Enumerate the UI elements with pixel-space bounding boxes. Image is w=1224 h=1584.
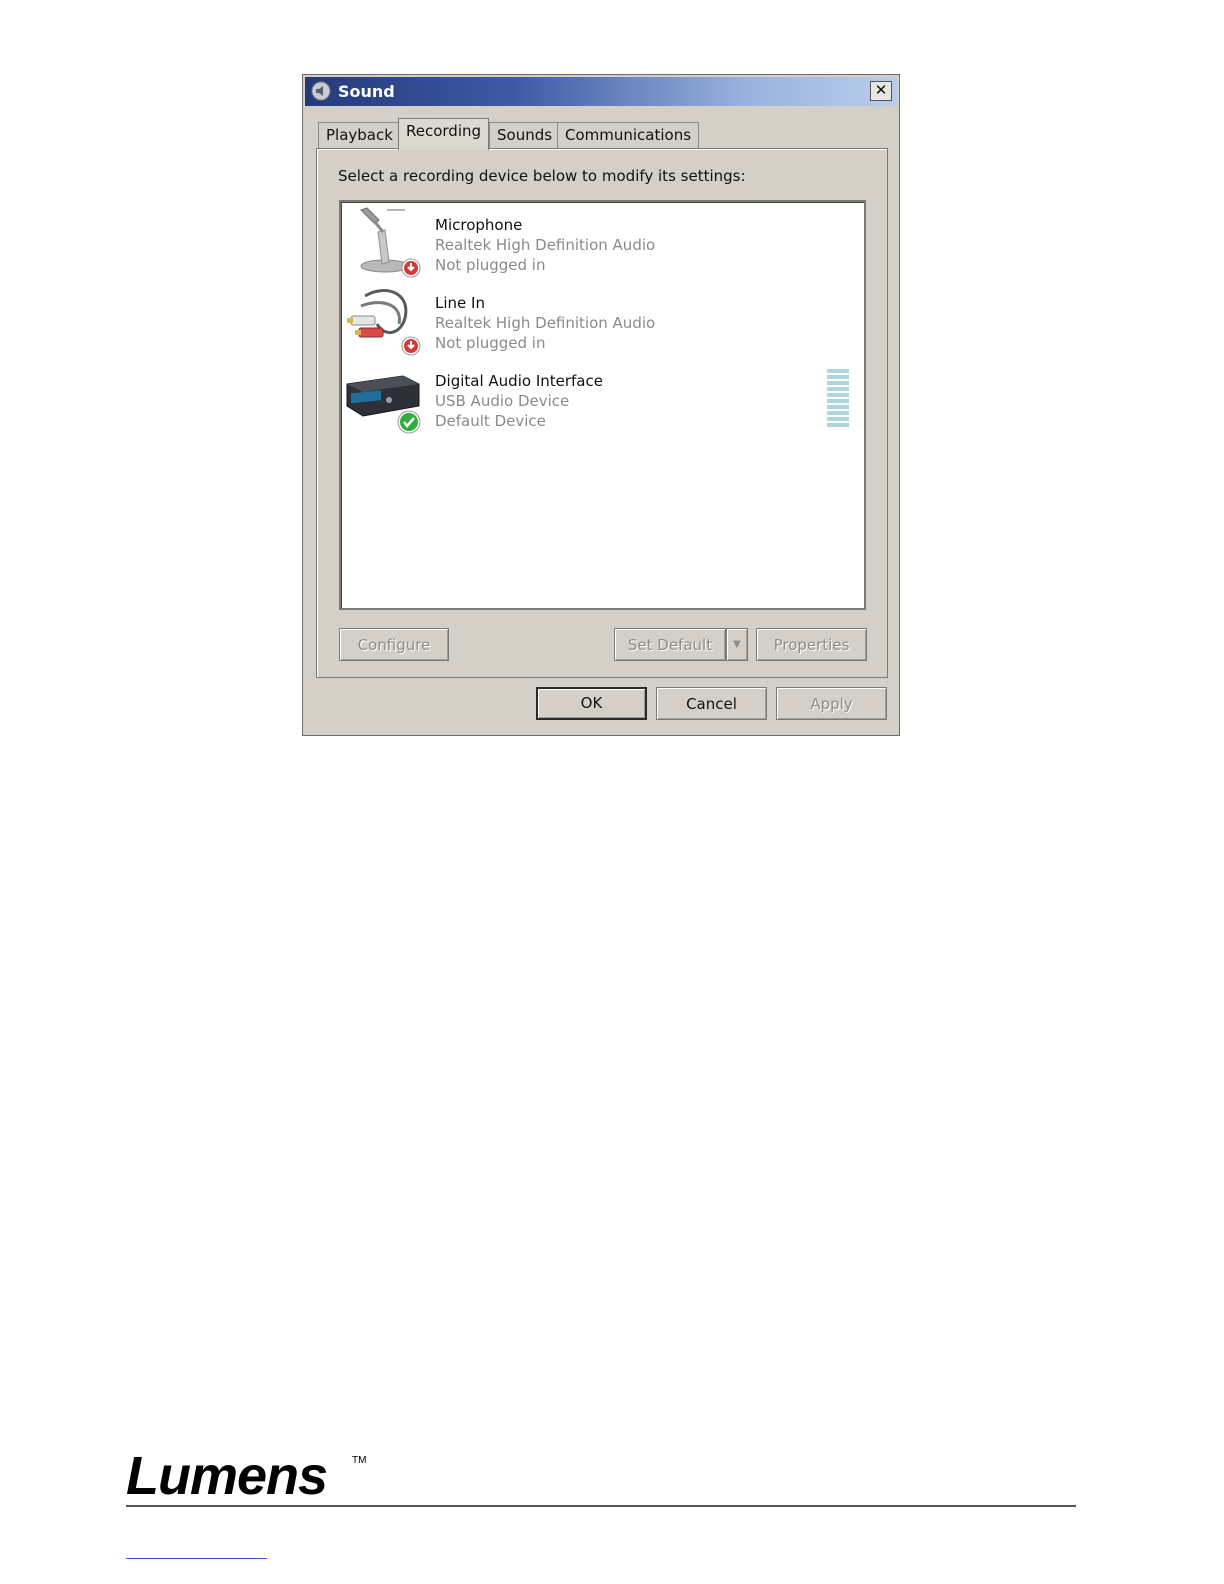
unplugged-badge-icon [401,336,421,356]
brand-logo: Lumens [126,1446,328,1506]
device-item-line-in[interactable]: Line In Realtek High Definition Audio No… [341,282,861,356]
input-level-meter [827,369,849,429]
device-status: Not plugged in [435,256,546,274]
device-status: Not plugged in [435,334,546,352]
cancel-button[interactable]: Cancel [656,687,767,720]
title-bar[interactable]: Sound ✕ [305,77,897,106]
device-driver: Realtek High Definition Audio [435,314,656,332]
footer-divider [126,1505,1076,1507]
recording-tab-panel: Select a recording device below to modif… [316,148,888,678]
window-title: Sound [338,82,395,101]
device-name: Digital Audio Interface [435,372,603,390]
device-driver: USB Audio Device [435,392,570,410]
instruction-text: Select a recording device below to modif… [338,167,746,185]
footer-link-underline [126,1558,267,1559]
tab-playback[interactable]: Playback [318,122,401,148]
recording-device-list[interactable]: Microphone Realtek High Definition Audio… [339,200,866,610]
apply-button[interactable]: Apply [776,687,887,720]
properties-button[interactable]: Properties [756,628,867,661]
ok-button[interactable]: OK [536,687,647,720]
tab-communications[interactable]: Communications [557,122,700,148]
device-item-digital-audio-interface[interactable]: Digital Audio Interface USB Audio Device… [341,360,861,434]
device-name: Line In [435,294,485,312]
device-item-microphone[interactable]: Microphone Realtek High Definition Audio… [341,204,861,278]
tab-recording[interactable]: Recording [398,118,490,150]
unplugged-badge-icon [401,258,421,278]
set-default-dropdown-arrow-icon[interactable]: ▼ [726,628,748,661]
set-default-button[interactable]: Set Default [614,628,726,661]
device-driver: Realtek High Definition Audio [435,236,656,254]
trademark-mark: TM [352,1455,367,1466]
speaker-icon [311,81,331,101]
tab-sounds[interactable]: Sounds [489,122,561,148]
device-name: Microphone [435,216,523,234]
close-button[interactable]: ✕ [870,81,892,101]
device-status: Default Device [435,412,546,430]
configure-button[interactable]: Configure [339,628,449,661]
default-check-icon [397,410,421,434]
sound-dialog: Sound ✕ Playback Recording Sounds Commun… [302,74,900,736]
